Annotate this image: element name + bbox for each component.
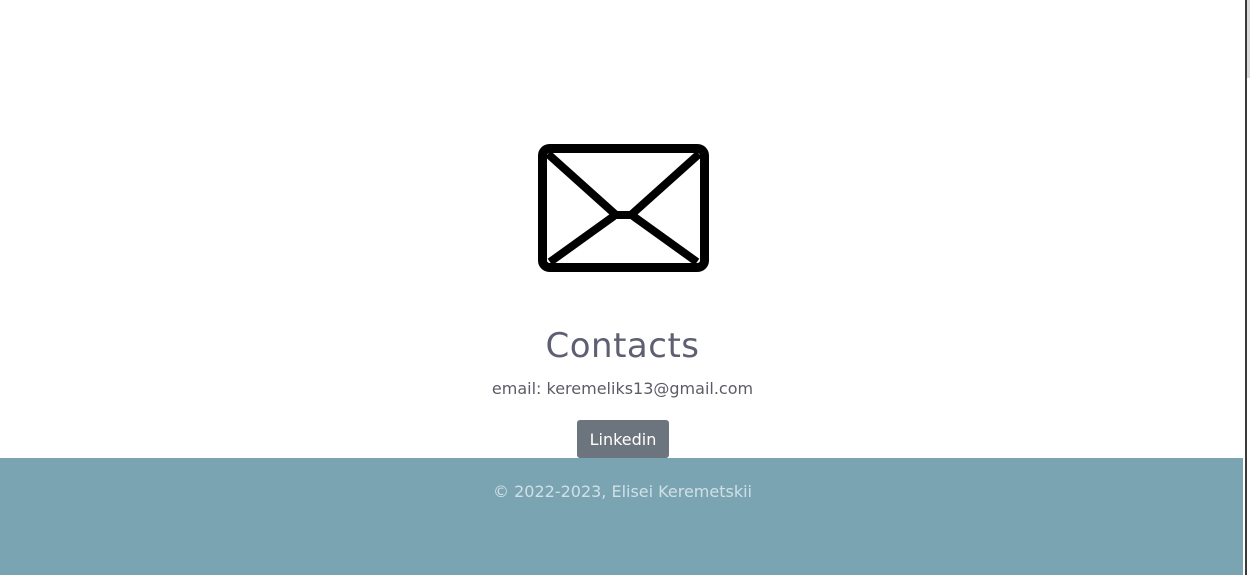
envelope-icon (538, 144, 709, 272)
linkedin-button[interactable]: Linkedin (577, 420, 669, 458)
page: Contacts email: keremeliks13@gmail.com L… (0, 0, 1251, 575)
contacts-section: Contacts email: keremeliks13@gmail.com L… (0, 0, 1243, 458)
scrollbar-track[interactable] (1245, 0, 1247, 575)
scrollbar[interactable] (1243, 0, 1251, 575)
copyright-text: © 2022-2023, Elisei Keremetskii (493, 482, 752, 501)
footer: © 2022-2023, Elisei Keremetskii (0, 458, 1243, 575)
email-text: email: keremeliks13@gmail.com (491, 379, 754, 398)
scrollbar-thumb[interactable] (1247, 0, 1250, 78)
contacts-heading: Contacts (545, 326, 700, 366)
